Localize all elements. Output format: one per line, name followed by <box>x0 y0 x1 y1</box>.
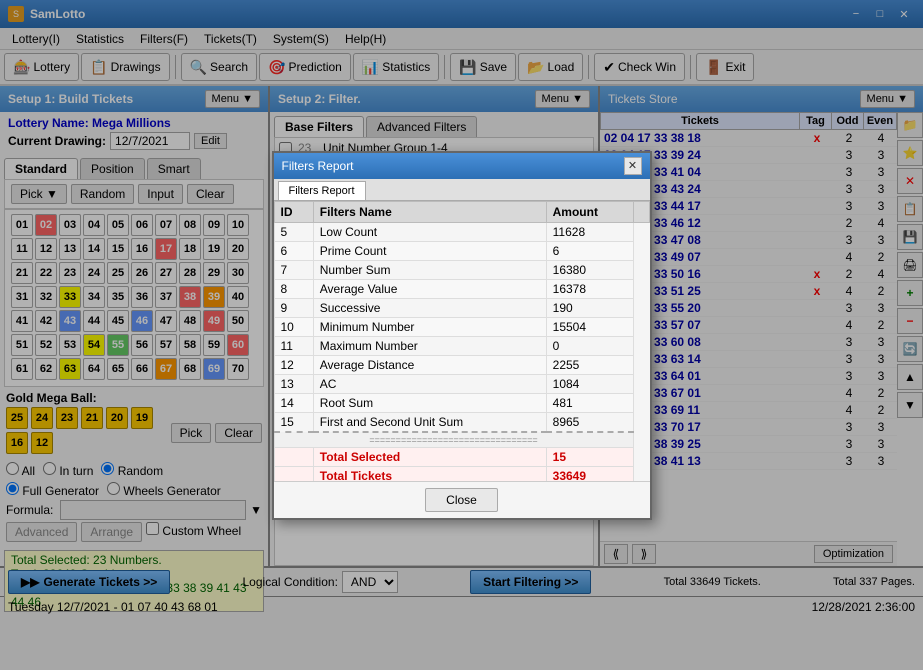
table-row: Total Tickets 33649 <box>274 466 649 481</box>
row-name: Low Count <box>313 222 546 241</box>
row-amount: 6 <box>546 241 633 260</box>
table-row: 8 Average Value 16378 <box>274 279 649 298</box>
table-row: 5 Low Count 11628 <box>274 222 649 241</box>
row-name: Root Sum <box>313 393 546 412</box>
modal-table-container: ID Filters Name Amount 5 Low Count 11628… <box>274 201 650 481</box>
modal-table: ID Filters Name Amount 5 Low Count 11628… <box>274 201 650 481</box>
row-amount: 16380 <box>546 260 633 279</box>
row-name: Average Distance <box>313 355 546 374</box>
row-name: First and Second Unit Sum <box>313 412 546 432</box>
row-id <box>274 466 313 481</box>
table-row: 13 AC 1084 <box>274 374 649 393</box>
row-id: 14 <box>274 393 313 412</box>
row-name: Prime Count <box>313 241 546 260</box>
row-amount: 2255 <box>546 355 633 374</box>
row-id: 12 <box>274 355 313 374</box>
row-amount: 16378 <box>546 279 633 298</box>
row-id: 9 <box>274 298 313 317</box>
row-id: 7 <box>274 260 313 279</box>
row-amount: 11628 <box>546 222 633 241</box>
row-id: 13 <box>274 374 313 393</box>
row-amount: 481 <box>546 393 633 412</box>
modal-title-bar: Filters Report ✕ <box>274 153 650 179</box>
table-row: 9 Successive 190 <box>274 298 649 317</box>
row-name: Average Value <box>313 279 546 298</box>
row-name: Successive <box>313 298 546 317</box>
row-id <box>274 447 313 466</box>
filters-report-modal: Filters Report ✕ Filters Report ID Filte… <box>272 151 652 520</box>
row-id: 11 <box>274 336 313 355</box>
table-row: 11 Maximum Number 0 <box>274 336 649 355</box>
row-amount: 8965 <box>546 412 633 432</box>
table-row: 14 Root Sum 481 <box>274 393 649 412</box>
table-row-divider: ================================ <box>274 432 649 448</box>
row-id: 10 <box>274 317 313 336</box>
row-id: 8 <box>274 279 313 298</box>
row-name: Total Tickets <box>313 466 546 481</box>
row-name: AC <box>313 374 546 393</box>
row-amount: 33649 <box>546 466 633 481</box>
row-name: Number Sum <box>313 260 546 279</box>
row-amount: 1084 <box>546 374 633 393</box>
row-id: 15 <box>274 412 313 432</box>
modal-title: Filters Report <box>282 159 354 173</box>
row-amount: 190 <box>546 298 633 317</box>
row-amount: 0 <box>546 336 633 355</box>
row-id: 6 <box>274 241 313 260</box>
modal-close-button[interactable]: Close <box>425 488 498 512</box>
table-row: 7 Number Sum 16380 <box>274 260 649 279</box>
row-name: Total Selected <box>313 447 546 466</box>
col-scroll <box>633 201 649 222</box>
modal-tab-filters-report[interactable]: Filters Report <box>278 181 366 200</box>
table-row: 12 Average Distance 2255 <box>274 355 649 374</box>
table-row: Total Selected 15 <box>274 447 649 466</box>
col-amount: Amount <box>546 201 633 222</box>
col-filter-name: Filters Name <box>313 201 546 222</box>
modal-footer: Close <box>274 481 650 518</box>
row-amount: 15 <box>546 447 633 466</box>
modal-overlay: Filters Report ✕ Filters Report ID Filte… <box>0 0 923 670</box>
col-id: ID <box>274 201 313 222</box>
table-row: 15 First and Second Unit Sum 8965 <box>274 412 649 432</box>
row-id: 5 <box>274 222 313 241</box>
row-name: Maximum Number <box>313 336 546 355</box>
row-amount: 15504 <box>546 317 633 336</box>
modal-close-x[interactable]: ✕ <box>624 157 642 175</box>
row-name: Minimum Number <box>313 317 546 336</box>
modal-tab-bar: Filters Report <box>274 179 650 201</box>
table-row: 6 Prime Count 6 <box>274 241 649 260</box>
table-row: 10 Minimum Number 15504 <box>274 317 649 336</box>
